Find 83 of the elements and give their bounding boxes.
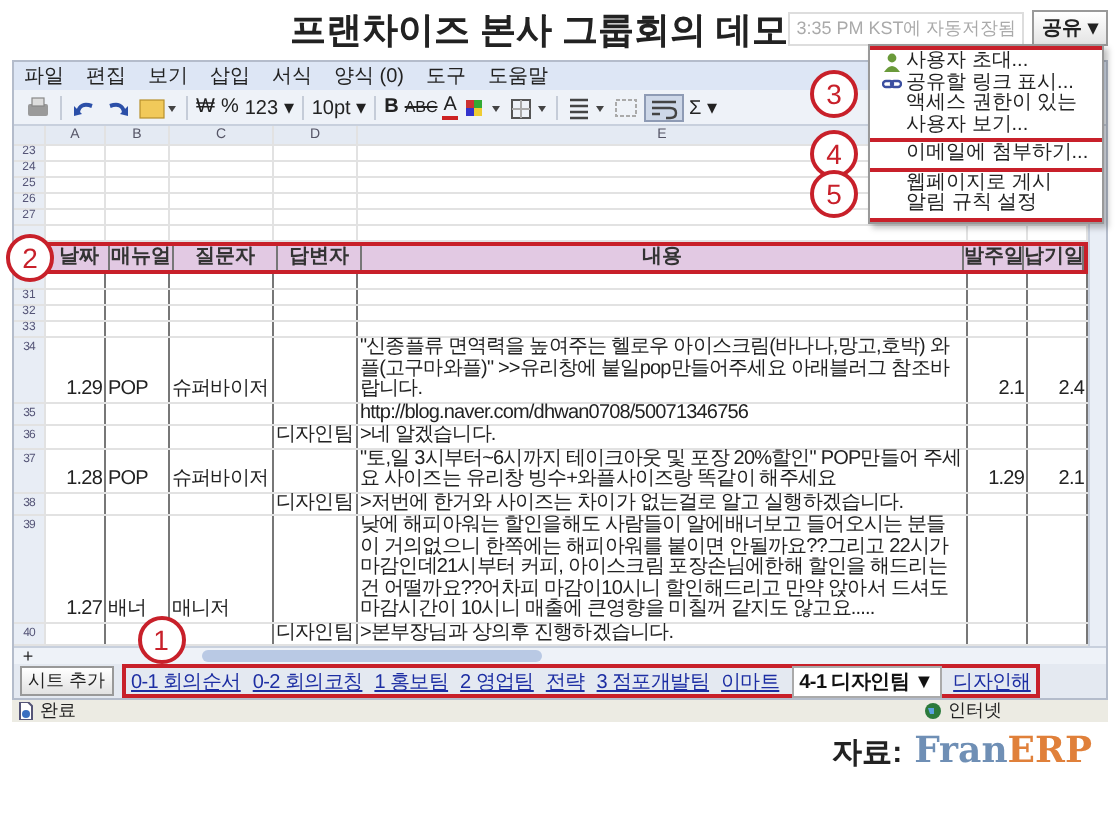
toolbar-button[interactable]: Σ ▾: [686, 95, 719, 119]
sheet-tab[interactable]: 4-1 디자인팀 ▼: [791, 665, 942, 697]
column-header: 질문자: [174, 246, 278, 270]
globe-icon: [924, 702, 942, 720]
sheet-tab[interactable]: 0-2 회의코칭: [252, 667, 363, 695]
menu-item-label: 웹페이지로 게시: [906, 173, 1052, 193]
sheet-tab[interactable]: 0-1 회의순서: [131, 667, 241, 695]
align-icon[interactable]: [564, 93, 609, 121]
table-cell: 1.28: [66, 470, 102, 491]
menu-item[interactable]: 삽입: [210, 62, 250, 90]
table-cell: POP: [108, 470, 148, 491]
menu-item-label: 사용자 초대...: [906, 52, 1029, 73]
toolbar-button[interactable]: 123 ▾: [242, 95, 296, 119]
zone-text: 인터넷: [948, 698, 1002, 724]
table-cell: >네 알겠습니다.: [360, 424, 496, 446]
user-icon: [882, 52, 902, 72]
table-cell: 2.1: [998, 380, 1024, 401]
column-header: 납기일: [1024, 246, 1084, 270]
status-text: 완료: [40, 698, 76, 724]
menu-item[interactable]: 사용자 초대...: [870, 52, 1102, 73]
table-cell: 1.27: [66, 600, 102, 621]
table-cell: 디자인팀: [276, 623, 353, 644]
table-cell: POP: [108, 380, 148, 401]
menu-item-label: 이메일에 첨부하기...: [906, 144, 1089, 165]
text-color-button[interactable]: A: [441, 95, 459, 119]
borders-icon[interactable]: [506, 93, 551, 121]
annotation-number: 1: [137, 616, 186, 664]
table-cell: 1.29: [66, 380, 102, 401]
scrollbar-thumb[interactable]: [202, 650, 543, 662]
table-cell: "신종플류 면역력을 높여주는 헬로우 아이스크림(바나나,망고,호박) 와플(고구마와플)" >>유리창에 붙일pop만들어주세요 아래블러그 참조바랍니다.: [360, 336, 949, 400]
sheet-tab[interactable]: 1 홍보팀: [374, 667, 449, 695]
column-header: 내용: [362, 246, 964, 270]
table-cell: >본부장님과 상의후 진행하겠습니다.: [360, 621, 674, 643]
sheet-tab[interactable]: 3 점포개발팀: [596, 667, 710, 695]
sheet-tab[interactable]: 이마트: [721, 667, 780, 695]
menu-item[interactable]: 알림 규칙 설정: [870, 194, 1102, 215]
menu-item[interactable]: 편집: [86, 62, 126, 90]
logo: FranERP: [914, 730, 1092, 772]
share-button[interactable]: 공유 ▾: [1032, 10, 1108, 46]
table-cell: "토,일 3시부터~6시까지 테이크아웃 및 포장 20%할인" POP만들어 주세요 사이즈는 유리창 빙수+와플사이즈랑 똑같이 해주세요: [360, 447, 962, 490]
menu-item[interactable]: 이메일에 첨부하기...: [870, 144, 1102, 165]
table-cell: 슈퍼바이저: [172, 470, 269, 491]
menu-item[interactable]: 보기: [148, 62, 188, 90]
menu-item[interactable]: 파일: [24, 62, 64, 90]
menu-item-label: 공유할 링크 표시...: [906, 73, 1074, 93]
menu-item[interactable]: 웹페이지로 게시: [870, 173, 1102, 194]
page-icon: [18, 702, 34, 720]
page-title: 프랜차이즈 본사 그룹회의 데모: [290, 8, 789, 54]
table-cell: 매니저: [172, 600, 230, 621]
table-cell: 2.4: [1058, 380, 1084, 401]
sheet-tab[interactable]: 전략: [545, 667, 585, 695]
annotation-number: 2: [6, 234, 54, 282]
merge-cells-icon[interactable]: [610, 93, 643, 121]
column-header: 매뉴얼: [110, 246, 174, 270]
menu-item[interactable]: 공유할 링크 표시...: [870, 73, 1102, 94]
table-cell: 1.29: [988, 470, 1024, 491]
toolbar-button[interactable]: ₩: [194, 96, 217, 118]
column-header: 발주일: [964, 246, 1024, 270]
sheet-tab[interactable]: 디자인해: [953, 667, 1031, 695]
menu-item[interactable]: 서식: [272, 62, 312, 90]
strikethrough-button[interactable]: ABC: [402, 98, 440, 116]
toolbar-button[interactable]: 10pt ▾: [309, 95, 369, 119]
menu-item-label: 알림 규칙 설정: [906, 194, 1038, 215]
menu-item[interactable]: 도움말: [488, 62, 548, 90]
table-cell: 낮에 해피아워는 할인을해도 사람들이 알에배너보고 들어오시는 분들이 거의없으니 한쪽에는 해피아워를 붙이면 안될까요??그리고 22시가 마감인데21시부터 커피, 아이스크림 포장손님에한해 할인을 해드리는건 어떨까요??어차피 마감이10시니 할인해드리고 만약 앉아서 드셔도 마감시간이 10시니 매출에 큰영향을 미칠꺼 같지도 않고요.....: [360, 514, 949, 620]
annotation-number: 5: [810, 170, 858, 218]
column-header: 답변자: [278, 246, 362, 270]
table-cell: >저번에 한거와 사이즈는 차이가 없는걸로 알고 실행하겠습니다.: [360, 491, 904, 513]
source-label: 자료:: [832, 734, 903, 772]
bold-button[interactable]: B: [382, 96, 401, 118]
toolbar-button[interactable]: %: [218, 96, 241, 118]
table-cell: 2.1: [1058, 470, 1084, 491]
printer-icon[interactable]: [22, 93, 54, 121]
menu-item[interactable]: 도구: [426, 62, 466, 90]
add-row-button[interactable]: +: [14, 648, 42, 664]
table-cell: 배너: [108, 600, 147, 621]
table-cell: 디자인팀: [276, 493, 353, 514]
menu-item[interactable]: 양식 (0): [334, 62, 404, 90]
sheet-tab[interactable]: 2 영업팀: [460, 667, 534, 695]
add-sheet-button[interactable]: 시트 추가: [20, 666, 114, 696]
table-cell: http://blog.naver.com/dhwan0708/50071346756: [360, 401, 749, 423]
table-cell: 디자인팀: [276, 426, 353, 447]
table-cell: 슈퍼바이저: [172, 380, 269, 401]
